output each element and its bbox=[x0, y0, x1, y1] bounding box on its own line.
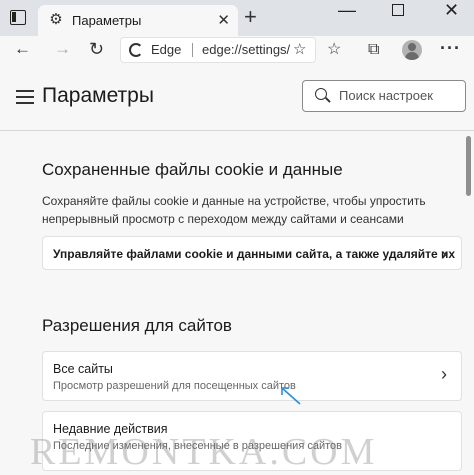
gear-icon: ⚙ bbox=[49, 11, 63, 28]
tab-bar: ⚙ Параметры ✕ + — ✕ bbox=[0, 0, 474, 36]
navigation-bar: ← → ↻ Edge edge://settings/content ☆ ☆ ⧉… bbox=[0, 36, 474, 64]
watermark: REMONTKA.COM bbox=[30, 431, 378, 473]
tab-settings[interactable]: ⚙ Параметры ✕ bbox=[38, 5, 238, 36]
all-sites-label: Все сайты bbox=[53, 362, 113, 376]
settings-page: Параметры Сохраненные файлы cookie и дан… bbox=[0, 64, 474, 475]
cookies-section-description: Сохраняйте файлы cookie и данные на устр… bbox=[42, 194, 426, 226]
minimize-button[interactable]: — bbox=[338, 0, 356, 21]
more-icon[interactable]: ··· bbox=[440, 38, 461, 59]
manage-cookies-label: Управляйте файлами cookie и данными сайт… bbox=[53, 247, 456, 261]
chevron-right-icon: › bbox=[441, 244, 447, 264]
tab-actions-icon[interactable] bbox=[10, 10, 26, 25]
manage-cookies-item[interactable]: Управляйте файлами cookie и данными сайт… bbox=[42, 236, 462, 270]
search-icon bbox=[315, 88, 327, 100]
refresh-icon[interactable]: ↻ bbox=[89, 39, 104, 59]
all-sites-description: Просмотр разрешений для посещенных сайто… bbox=[53, 380, 296, 392]
back-icon[interactable]: ← bbox=[14, 39, 31, 59]
tab-title: Параметры bbox=[72, 13, 142, 28]
edge-logo-icon bbox=[129, 43, 143, 57]
hamburger-icon[interactable] bbox=[16, 90, 34, 104]
scrollbar-thumb[interactable] bbox=[466, 136, 471, 196]
permissions-section-title: Разрешения для сайтов bbox=[42, 316, 232, 335]
page-title: Параметры bbox=[42, 84, 154, 107]
window-close-button[interactable]: ✕ bbox=[444, 0, 459, 21]
maximize-button[interactable] bbox=[392, 4, 404, 16]
settings-search[interactable] bbox=[302, 80, 466, 112]
cookies-section-title: Сохраненные файлы cookie и данные bbox=[42, 160, 343, 179]
favorites-icon[interactable]: ☆ bbox=[327, 39, 341, 59]
all-sites-item[interactable]: Все сайты Просмотр разрешений для посеще… bbox=[42, 351, 462, 401]
new-tab-button[interactable]: + bbox=[244, 5, 257, 29]
search-input[interactable] bbox=[339, 88, 459, 103]
favorites-add-icon[interactable]: ☆ bbox=[293, 40, 306, 58]
address-separator bbox=[192, 43, 193, 57]
collections-icon[interactable]: ⧉ bbox=[368, 41, 379, 59]
close-tab-icon[interactable]: ✕ bbox=[217, 11, 230, 29]
avatar[interactable] bbox=[402, 40, 422, 60]
forward-icon[interactable]: → bbox=[54, 39, 71, 59]
address-brand: Edge bbox=[151, 42, 182, 57]
chevron-right-icon: › bbox=[441, 364, 447, 384]
address-bar[interactable]: Edge edge://settings/content ☆ bbox=[120, 37, 316, 63]
scrollbar[interactable] bbox=[466, 130, 472, 475]
address-url[interactable]: edge://settings/content bbox=[202, 42, 290, 57]
pointer-arrow-icon bbox=[281, 387, 301, 405]
header-divider bbox=[0, 130, 474, 131]
